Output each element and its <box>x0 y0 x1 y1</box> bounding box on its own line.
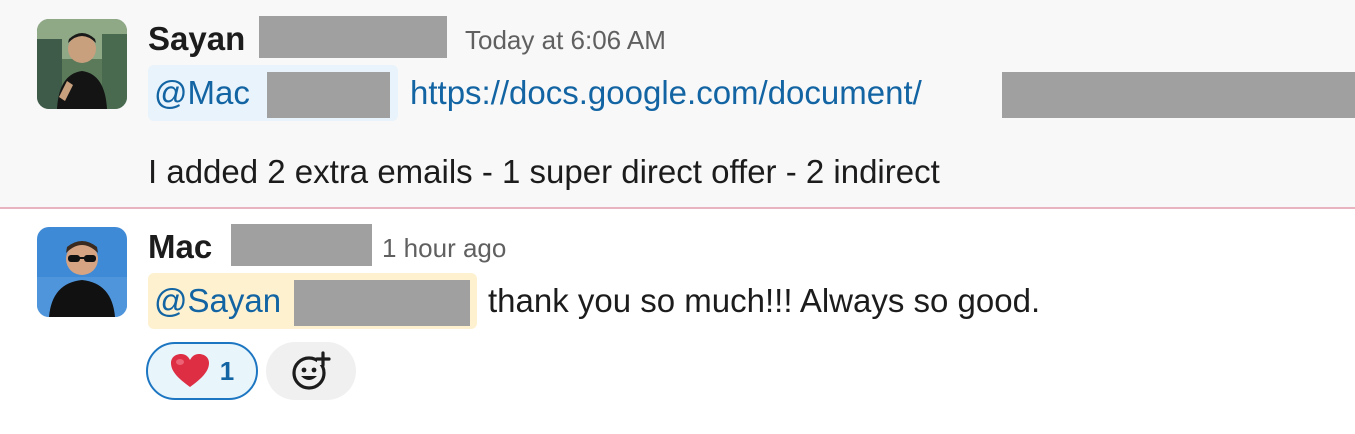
mention-label: @Mac <box>154 74 250 111</box>
add-reaction-button[interactable] <box>266 342 356 400</box>
timestamp[interactable]: 1 hour ago <box>382 231 506 265</box>
message-text: I added 2 extra emails - 1 super direct … <box>148 153 940 190</box>
timestamp[interactable]: Today at 6:06 AM <box>465 23 666 57</box>
avatar-sayan[interactable] <box>37 19 127 109</box>
heart-reaction[interactable]: 1 <box>146 342 258 400</box>
add-reaction-icon <box>292 351 331 390</box>
redacted-mention-surname <box>294 280 470 326</box>
redacted-mention-surname <box>267 72 390 118</box>
document-link[interactable]: https://docs.google.com/document/ <box>410 65 922 121</box>
message-sayan[interactable]: Sayan Today at 6:06 AM @Mac https://docs… <box>0 0 1355 207</box>
author-name[interactable]: Mac <box>148 227 212 267</box>
message-text: thank you so much!!! Always so good. <box>488 282 1041 319</box>
redacted-surname <box>231 224 372 266</box>
author-name[interactable]: Sayan <box>148 19 245 59</box>
avatar-mac[interactable] <box>37 227 127 317</box>
mention-label: @Sayan <box>154 282 282 319</box>
heart-icon <box>170 354 209 387</box>
reaction-count: 1 <box>219 355 235 386</box>
redacted-link-path <box>1002 72 1355 118</box>
message-mac[interactable]: Mac 1 hour ago @Sayan thank you so much!… <box>0 209 1355 434</box>
redacted-surname <box>259 16 447 58</box>
